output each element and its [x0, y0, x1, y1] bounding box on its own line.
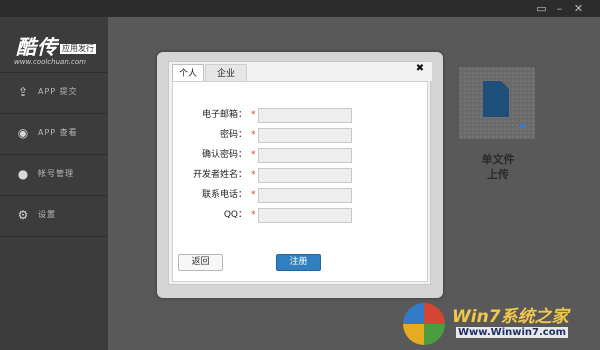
upload-icon: ⇪	[17, 85, 29, 99]
chat-icon[interactable]: ▭	[535, 2, 548, 15]
confirm-password-field[interactable]	[258, 148, 352, 163]
tab-personal[interactable]: 个人	[172, 64, 204, 82]
document-icon	[483, 81, 509, 117]
required-mark: *	[251, 130, 256, 140]
eye-icon: ◉	[17, 126, 29, 140]
watermark-url: Www.Winwin7.com	[456, 327, 569, 338]
sidebar-item-label: 设置	[38, 210, 56, 219]
required-mark: *	[251, 170, 256, 180]
sidebar-item-label: APP 查看	[38, 128, 78, 137]
gear-icon: ⚙	[17, 208, 29, 222]
close-icon[interactable]: ✕	[572, 2, 585, 15]
sidebar-item-settings[interactable]: ⚙ 设置	[0, 196, 108, 236]
register-form: 电子邮箱： * 密码： * 确认密码： * 开发者姓名： * 联系电话： * Q…	[172, 81, 428, 282]
windows-logo	[403, 303, 445, 345]
phone-field[interactable]	[258, 188, 352, 203]
required-mark: *	[251, 150, 256, 160]
title-bar: ▭ – ✕	[0, 0, 600, 17]
sidebar-item-app-view[interactable]: ◉ APP 查看	[0, 114, 108, 154]
upload-label[interactable]: 单文件 上传	[470, 152, 526, 182]
sidebar-item-app-submit[interactable]: ⇪ APP 提交	[0, 73, 108, 113]
register-dialog: 个人 企业 ✖ 电子邮箱： * 密码： * 确认密码： * 开发者姓名： * 联…	[168, 61, 432, 285]
password-field[interactable]	[258, 128, 352, 143]
developer-name-field[interactable]	[258, 168, 352, 183]
email-field[interactable]	[258, 108, 352, 123]
qq-field[interactable]	[258, 208, 352, 223]
cloud-upload-icon: ☁	[517, 120, 527, 131]
developer-name-label: 开发者姓名：	[192, 170, 247, 180]
logo-tag: 应用发行	[60, 44, 96, 54]
required-mark: *	[251, 110, 256, 120]
logo-name: 酷传	[16, 35, 58, 59]
sidebar: 酷传 应用发行 www.coolchuan.com ⇪ APP 提交 ◉ APP…	[0, 17, 108, 350]
minimize-icon[interactable]: –	[553, 2, 566, 15]
required-mark: *	[251, 190, 256, 200]
user-icon: ●	[17, 167, 29, 181]
email-label: 电子邮箱：	[201, 110, 247, 120]
sidebar-item-label: 帐号管理	[38, 169, 74, 178]
phone-label: 联系电话：	[201, 190, 247, 200]
tab-enterprise[interactable]: 企业	[205, 64, 247, 82]
tab-bar: 个人 企业	[169, 62, 432, 82]
back-button[interactable]: 返回	[178, 254, 223, 271]
register-button[interactable]: 注册	[276, 254, 321, 271]
upload-label-line1: 单文件	[481, 153, 515, 166]
close-icon[interactable]: ✖	[414, 63, 426, 75]
password-label: 密码：	[219, 130, 247, 140]
app-logo: 酷传 应用发行 www.coolchuan.com	[14, 31, 106, 75]
single-file-upload-card[interactable]: ☁	[459, 67, 535, 139]
confirm-password-label: 确认密码：	[201, 150, 247, 160]
upload-label-line2: 上传	[487, 168, 509, 181]
sidebar-item-account[interactable]: ● 帐号管理	[0, 155, 108, 195]
watermark-title: Win7系统之家	[452, 307, 569, 327]
sidebar-divider	[0, 236, 108, 237]
required-mark: *	[251, 210, 256, 220]
logo-url: www.coolchuan.com	[14, 58, 86, 66]
sidebar-item-label: APP 提交	[38, 87, 78, 96]
qq-label: QQ：	[223, 210, 247, 220]
